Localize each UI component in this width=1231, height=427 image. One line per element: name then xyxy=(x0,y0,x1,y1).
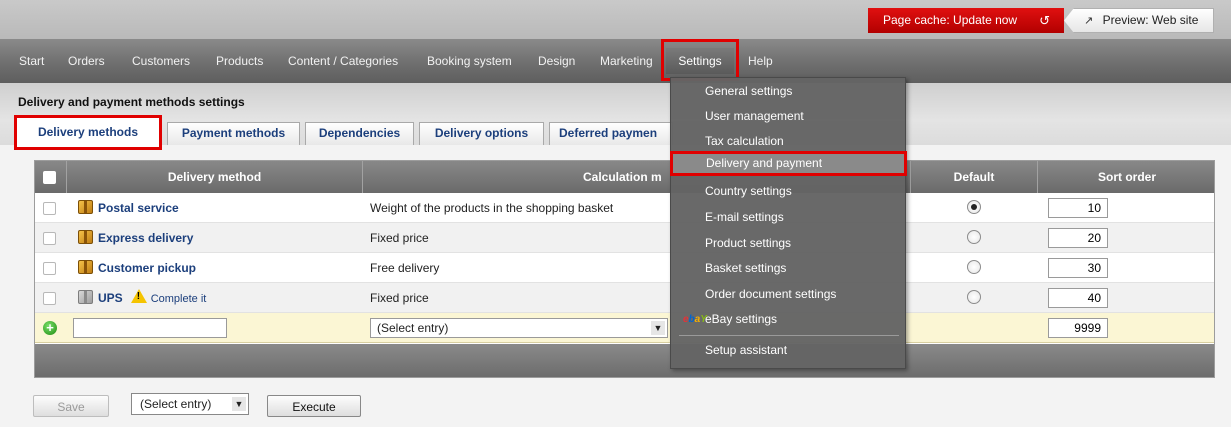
calculation-method-select[interactable]: (Select entry) ▼ xyxy=(370,318,668,338)
calculation-method-cell: Fixed price xyxy=(370,291,429,305)
sort-order-input[interactable] xyxy=(1048,198,1108,218)
table-row: Customer pickup Free delivery xyxy=(35,253,1214,283)
table-header: Delivery method Calculation m Default So… xyxy=(35,161,1214,193)
table-footer xyxy=(35,344,1214,377)
package-icon xyxy=(78,260,93,274)
new-sort-order-input[interactable] xyxy=(1048,318,1108,338)
menu-item-user-management[interactable]: User management xyxy=(671,104,905,129)
delivery-method-link[interactable]: Customer pickup xyxy=(78,253,196,283)
calculation-method-cell: Free delivery xyxy=(370,261,440,275)
warning-icon: ! xyxy=(130,289,147,303)
menu-item-country-settings[interactable]: Country settings xyxy=(671,179,905,204)
default-radio[interactable] xyxy=(967,290,981,304)
new-delivery-method-name-input[interactable] xyxy=(73,318,227,338)
table-row: Express delivery Fixed price xyxy=(35,223,1214,253)
external-link-icon: ↗ xyxy=(1084,15,1094,27)
row-checkbox[interactable] xyxy=(43,232,56,245)
page-cache-label: Page cache: Update now xyxy=(883,13,1018,27)
table-row: UPS! Complete it Fixed price xyxy=(35,283,1214,313)
preview-website-button[interactable]: ↗ Preview: Web site xyxy=(1064,8,1214,33)
menu-item-order-document-settings[interactable]: Order document settings xyxy=(671,282,905,307)
ebay-logo-icon: ebaY xyxy=(683,314,707,325)
tab-delivery-options[interactable]: Delivery options xyxy=(419,122,544,145)
menu-item-email-settings[interactable]: E-mail settings xyxy=(671,205,905,230)
dropdown-arrow-icon: ▼ xyxy=(651,321,665,335)
bulk-action-select[interactable]: (Select entry) ▼ xyxy=(131,393,249,415)
delivery-method-link[interactable]: UPS! Complete it xyxy=(78,283,206,313)
menu-divider xyxy=(679,335,899,336)
menu-item-general-settings[interactable]: General settings xyxy=(671,79,905,104)
delivery-methods-table: Delivery method Calculation m Default So… xyxy=(34,160,1215,378)
package-icon xyxy=(78,230,93,244)
package-gray-icon xyxy=(78,290,93,304)
sort-order-input[interactable] xyxy=(1048,258,1108,278)
nav-item-start[interactable]: Start xyxy=(19,39,44,83)
nav-item-customers[interactable]: Customers xyxy=(132,39,190,83)
dropdown-arrow-icon: ▼ xyxy=(232,397,246,411)
top-bar: Page cache: Update now ↺ ↗ Preview: Web … xyxy=(0,0,1231,39)
row-checkbox[interactable] xyxy=(43,202,56,215)
nav-item-settings-label: Settings xyxy=(666,48,734,74)
sort-order-input[interactable] xyxy=(1048,228,1108,248)
nav-item-settings[interactable]: Settings xyxy=(661,39,739,81)
row-checkbox[interactable] xyxy=(43,292,56,305)
refresh-icon: ↺ xyxy=(1039,13,1050,28)
save-button[interactable]: Save xyxy=(33,395,109,417)
add-icon[interactable]: + xyxy=(43,321,57,335)
nav-item-booking-system[interactable]: Booking system xyxy=(427,39,512,83)
tab-payment-methods[interactable]: Payment methods xyxy=(167,122,300,145)
page-title: Delivery and payment methods settings xyxy=(18,95,245,109)
delivery-method-link[interactable]: Postal service xyxy=(78,193,179,223)
main-navigation: Start Orders Customers Products Content … xyxy=(0,39,1231,83)
default-radio[interactable] xyxy=(967,200,981,214)
column-header-default[interactable]: Default xyxy=(910,161,1037,193)
calculation-method-cell: Weight of the products in the shopping b… xyxy=(370,201,614,215)
tab-delivery-methods[interactable]: Delivery methods xyxy=(14,115,162,150)
sort-order-input[interactable] xyxy=(1048,288,1108,308)
page-cache-update-button[interactable]: Page cache: Update now ↺ xyxy=(868,8,1064,33)
execute-button[interactable]: Execute xyxy=(267,395,361,417)
menu-item-setup-assistant[interactable]: Setup assistant xyxy=(671,338,905,363)
package-icon xyxy=(78,200,93,214)
table-row: Postal service Weight of the products in… xyxy=(35,193,1214,223)
nav-item-orders[interactable]: Orders xyxy=(68,39,105,83)
menu-item-basket-settings[interactable]: Basket settings xyxy=(671,256,905,281)
select-all-checkbox[interactable] xyxy=(43,171,56,184)
menu-item-delivery-and-payment[interactable]: Delivery and payment xyxy=(670,151,907,176)
column-header-delivery-method[interactable]: Delivery method xyxy=(66,161,362,193)
nav-item-marketing[interactable]: Marketing xyxy=(600,39,653,83)
menu-item-product-settings[interactable]: Product settings xyxy=(671,231,905,256)
complete-it-link[interactable]: ! Complete it xyxy=(130,284,206,314)
row-checkbox[interactable] xyxy=(43,262,56,275)
settings-dropdown-menu: General settings User management Tax cal… xyxy=(670,77,907,369)
tab-dependencies[interactable]: Dependencies xyxy=(305,122,414,145)
nav-item-products[interactable]: Products xyxy=(216,39,263,83)
default-radio[interactable] xyxy=(967,260,981,274)
new-delivery-method-row: + (Select entry) ▼ xyxy=(35,313,1214,343)
menu-item-ebay-settings[interactable]: ebaY eBay settings xyxy=(671,307,905,332)
nav-item-content-categories[interactable]: Content / Categories xyxy=(288,39,398,83)
preview-label: Preview: Web site xyxy=(1102,13,1199,27)
default-radio[interactable] xyxy=(967,230,981,244)
nav-item-design[interactable]: Design xyxy=(538,39,575,83)
tab-deferred-payment[interactable]: Deferred paymen xyxy=(549,122,673,145)
calculation-method-cell: Fixed price xyxy=(370,231,429,245)
delivery-method-link[interactable]: Express delivery xyxy=(78,223,193,253)
column-header-sort-order[interactable]: Sort order xyxy=(1037,161,1216,193)
